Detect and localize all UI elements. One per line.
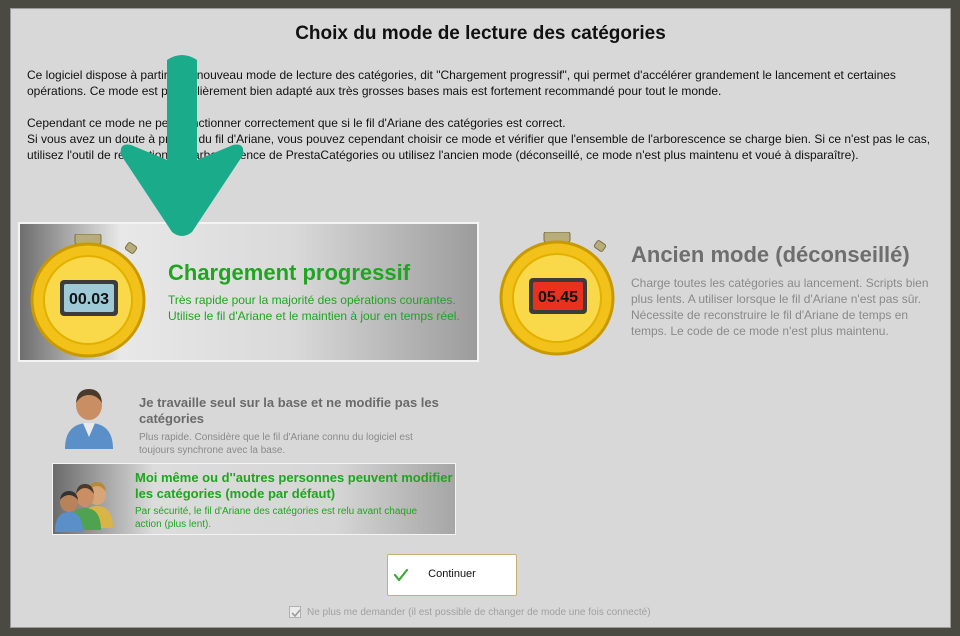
option-single-title: Je travaille seul sur la base et ne modi… (139, 395, 439, 426)
mode-progressive-description: Très rapide pour la majorité des opérati… (168, 293, 460, 323)
mode-progressive-option[interactable]: 00.03 Chargement progressif Très rapide … (18, 222, 479, 362)
stopwatch-fast-icon: 00.03 (30, 234, 146, 358)
dont-ask-again-row: Ne plus me demander (il est possible de … (289, 606, 651, 618)
mode-progressive-title: Chargement progressif (168, 260, 411, 285)
mode-legacy-description: Charge toutes les catégories au lancemen… (631, 276, 929, 338)
continue-button-label: Continuer (428, 568, 476, 580)
group-users-icon (55, 482, 113, 532)
stopwatch-slow-icon: 05.45 (499, 232, 615, 356)
single-user-icon (65, 389, 113, 449)
timer-slow-value: 05.45 (538, 289, 578, 306)
dont-ask-again-label: Ne plus me demander (il est possible de … (307, 606, 651, 618)
dont-ask-again-checkbox[interactable] (289, 606, 301, 618)
continue-button[interactable]: Continuer (387, 554, 517, 596)
option-multi-description: Par sécurité, le fil d'Ariane des catégo… (135, 506, 418, 530)
checkmark-icon (291, 609, 301, 618)
mode-legacy-title: Ancien mode (déconseillé) (631, 242, 910, 267)
dialog-title: Choix du mode de lecture des catégories (295, 23, 666, 44)
timer-fast-value: 00.03 (69, 291, 109, 308)
mode-legacy-option[interactable]: 05.45 Ancien mode (déconseillé) Charge t… (495, 222, 951, 362)
option-multi-title: Moi même ou d''autres personnes peuvent … (135, 470, 453, 501)
down-arrow-icon (120, 55, 244, 236)
option-multi-user[interactable]: Moi même ou d''autres personnes peuvent … (52, 463, 456, 535)
option-single-description: Plus rapide. Considère que le fil d'Aria… (139, 432, 413, 456)
option-single-user[interactable]: Je travaille seul sur la base et ne modi… (57, 381, 457, 461)
